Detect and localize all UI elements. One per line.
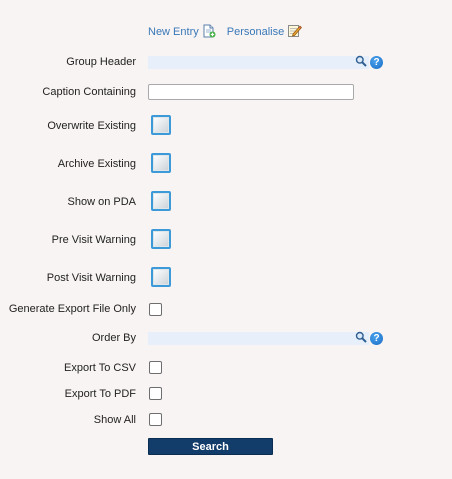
export-to-pdf-label: Export To PDF xyxy=(64,388,136,400)
archive-existing-checkbox[interactable] xyxy=(151,153,171,173)
post-visit-warning-row: Post Visit Warning xyxy=(0,267,452,287)
post-visit-warning-checkbox[interactable] xyxy=(151,267,171,287)
order-by-label: Order By xyxy=(91,332,136,344)
show-all-label: Show All xyxy=(93,414,136,426)
help-icon[interactable]: ? xyxy=(370,332,383,345)
toolbar: New Entry Personalise xyxy=(148,22,303,42)
order-by-row: Order By ? xyxy=(0,331,452,345)
caption-containing-input[interactable] xyxy=(148,84,354,100)
new-entry-label: New Entry xyxy=(148,26,199,38)
show-on-pda-label: Show on PDA xyxy=(67,196,136,208)
group-header-label: Group Header xyxy=(66,56,136,68)
pre-visit-warning-checkbox[interactable] xyxy=(151,229,171,249)
personalise-label: Personalise xyxy=(226,26,285,38)
new-entry-link[interactable]: New Entry xyxy=(148,24,216,41)
archive-existing-label: Archive Existing xyxy=(57,158,136,170)
caption-containing-label: Caption Containing xyxy=(42,86,136,98)
generate-export-file-only-label: Generate Export File Only xyxy=(8,303,136,315)
export-to-csv-label: Export To CSV xyxy=(64,362,136,374)
order-by-lookup-field[interactable] xyxy=(148,332,369,345)
group-header-row: Group Header ? xyxy=(0,55,452,69)
new-document-icon xyxy=(202,24,216,41)
caption-containing-row: Caption Containing xyxy=(0,84,452,101)
post-visit-warning-label: Post Visit Warning xyxy=(46,272,136,284)
show-on-pda-row: Show on PDA xyxy=(0,191,452,211)
export-to-pdf-row: Export To PDF xyxy=(0,387,452,401)
overwrite-existing-checkbox[interactable] xyxy=(151,115,171,135)
group-header-lookup-field[interactable] xyxy=(148,56,369,69)
help-icon[interactable]: ? xyxy=(370,56,383,69)
archive-existing-row: Archive Existing xyxy=(0,153,452,173)
export-to-csv-row: Export To CSV xyxy=(0,361,452,375)
personalise-link[interactable]: Personalise xyxy=(226,23,303,41)
search-button[interactable]: Search xyxy=(148,438,273,455)
show-all-row: Show All xyxy=(0,413,452,427)
generate-export-file-only-row: Generate Export File Only xyxy=(0,302,452,316)
show-on-pda-checkbox[interactable] xyxy=(151,191,171,211)
overwrite-existing-label: Overwrite Existing xyxy=(47,120,136,132)
pre-visit-warning-label: Pre Visit Warning xyxy=(51,234,136,246)
export-to-pdf-checkbox[interactable] xyxy=(149,387,162,400)
pre-visit-warning-row: Pre Visit Warning xyxy=(0,229,452,249)
show-all-checkbox[interactable] xyxy=(149,413,162,426)
overwrite-existing-row: Overwrite Existing xyxy=(0,115,452,135)
generate-export-file-only-checkbox[interactable] xyxy=(149,303,162,316)
magnifier-icon[interactable] xyxy=(355,331,367,346)
edit-notepad-icon xyxy=(287,23,303,41)
magnifier-icon[interactable] xyxy=(355,55,367,70)
export-to-csv-checkbox[interactable] xyxy=(149,361,162,374)
